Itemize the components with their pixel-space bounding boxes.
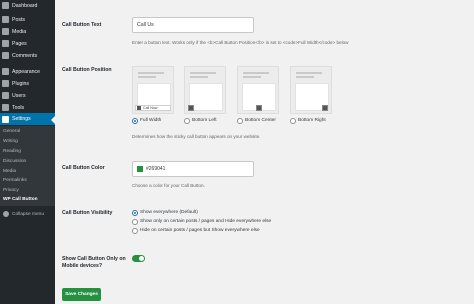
submenu-item-reading[interactable]: Reading bbox=[3, 149, 21, 154]
wrench-icon bbox=[2, 104, 9, 111]
sidebar-item-label: Pages bbox=[12, 40, 27, 47]
sidebar-item-users[interactable]: Users bbox=[0, 90, 55, 101]
settings-submenu: General Writing Reading Discussion Media… bbox=[0, 126, 55, 206]
collapse-menu-button[interactable]: Collapse menu bbox=[0, 209, 55, 219]
preview-line bbox=[243, 76, 261, 78]
sidebar-item-label: Plugins bbox=[12, 80, 30, 87]
position-option-label: Bottom Right bbox=[298, 118, 326, 123]
submenu-item-discussion[interactable]: Discussion bbox=[3, 159, 26, 164]
preview-line bbox=[190, 76, 208, 78]
sidebar-item-pages[interactable]: Pages bbox=[0, 38, 55, 49]
submenu-item-privacy[interactable]: Privacy bbox=[3, 188, 19, 193]
call-button-position-label: Call Button Position bbox=[62, 67, 112, 73]
position-option-label: Full Width bbox=[140, 118, 162, 123]
position-option-label: Bottom Center bbox=[245, 118, 276, 123]
sidebar-item-dashboard[interactable]: Dashboard bbox=[0, 0, 55, 11]
position-radio-bottom-left[interactable] bbox=[184, 118, 190, 124]
call-button-visibility-label: Call Button Visibility bbox=[62, 210, 113, 216]
sidebar-item-label: Users bbox=[12, 92, 26, 99]
brush-icon bbox=[2, 68, 9, 75]
toggle-knob bbox=[139, 256, 144, 261]
sidebar-item-label: Tools bbox=[12, 104, 25, 111]
preview-call-button: Call Now bbox=[135, 105, 171, 111]
admin-sidebar: Dashboard Posts Media Pages Comments App… bbox=[0, 0, 55, 304]
visibility-option-label: Show only on certain posts / pages and H… bbox=[140, 219, 272, 224]
preview-line bbox=[296, 72, 322, 74]
visibility-radio-show-only[interactable] bbox=[132, 219, 138, 225]
color-value: #269041 bbox=[146, 166, 166, 172]
sidebar-item-posts[interactable]: Posts bbox=[0, 14, 55, 25]
users-icon bbox=[2, 92, 9, 99]
submenu-item-permalinks[interactable]: Permalinks bbox=[3, 178, 27, 183]
active-menu-arrow bbox=[51, 116, 55, 124]
preview-page bbox=[189, 83, 223, 111]
preview-line bbox=[190, 72, 216, 74]
call-button-color-input[interactable]: #269041 bbox=[132, 161, 254, 177]
position-preview-bottom-center[interactable] bbox=[237, 66, 279, 114]
sidebar-item-comments[interactable]: Comments bbox=[0, 50, 55, 61]
sidebar-item-media[interactable]: Media bbox=[0, 26, 55, 37]
sidebar-item-label: Dashboard bbox=[12, 2, 38, 9]
preview-line bbox=[243, 72, 269, 74]
media-icon bbox=[2, 28, 9, 35]
sidebar-item-label: Appearance bbox=[12, 68, 40, 75]
position-preview-bottom-left[interactable] bbox=[184, 66, 226, 114]
plugin-icon bbox=[2, 80, 9, 87]
preview-line bbox=[138, 76, 156, 78]
position-radio-bottom-center[interactable] bbox=[237, 118, 243, 124]
sidebar-item-settings[interactable]: Settings bbox=[0, 113, 55, 125]
position-preview-bottom-right[interactable] bbox=[290, 66, 332, 114]
sidebar-item-label: Settings bbox=[12, 116, 31, 122]
position-radio-full-width[interactable] bbox=[132, 118, 138, 124]
call-button-text-input[interactable]: Call Us bbox=[132, 17, 254, 33]
sidebar-item-label: Media bbox=[12, 28, 27, 35]
save-changes-button[interactable]: Save Changes bbox=[62, 288, 101, 301]
pages-icon bbox=[2, 40, 9, 47]
call-button-position-description: Determines how the sticky call button ap… bbox=[132, 134, 261, 139]
comments-icon bbox=[2, 52, 9, 59]
settings-icon bbox=[2, 115, 9, 123]
color-swatch bbox=[137, 166, 143, 172]
submenu-item-media[interactable]: Media bbox=[3, 169, 16, 174]
sidebar-item-label: Comments bbox=[12, 52, 38, 59]
dashboard-icon bbox=[2, 2, 9, 9]
preview-line bbox=[138, 72, 164, 74]
sidebar-item-appearance[interactable]: Appearance bbox=[0, 66, 55, 77]
collapse-menu-label: Collapse menu bbox=[12, 211, 44, 217]
sidebar-item-tools[interactable]: Tools bbox=[0, 102, 55, 113]
visibility-option-label: Hide on certain posts / pages but Show e… bbox=[140, 228, 260, 233]
preview-button-text: Call Now bbox=[143, 106, 158, 110]
position-option-label: Bottom Left bbox=[192, 118, 217, 123]
submenu-item-wp-call-button[interactable]: WP Call Button bbox=[3, 197, 38, 202]
visibility-radio-hide-on[interactable] bbox=[132, 228, 138, 234]
visibility-radio-everywhere[interactable] bbox=[132, 210, 138, 216]
sidebar-item-label: Posts bbox=[12, 16, 25, 23]
preview-line bbox=[296, 76, 314, 78]
preview-call-button bbox=[322, 105, 328, 111]
position-preview-full-width[interactable]: Call Now bbox=[132, 66, 174, 114]
call-button-text-label: Call Button Text bbox=[62, 22, 102, 28]
call-button-color-description: Choose a color for your Call Button. bbox=[132, 183, 205, 188]
mobile-only-toggle[interactable] bbox=[132, 255, 145, 262]
mobile-only-label-line1: Show Call Button Only on bbox=[62, 256, 126, 262]
position-radio-bottom-right[interactable] bbox=[290, 118, 296, 124]
phone-icon bbox=[137, 106, 141, 110]
preview-call-button bbox=[256, 105, 262, 111]
mobile-only-label-line2: Mobile devices? bbox=[62, 263, 103, 269]
call-button-text-description: Enter a button text. Works only if the <… bbox=[132, 40, 349, 45]
sidebar-item-plugins[interactable]: Plugins bbox=[0, 78, 55, 89]
submenu-item-general[interactable]: General bbox=[3, 129, 20, 134]
preview-call-button bbox=[188, 105, 194, 111]
collapse-icon bbox=[3, 211, 9, 217]
submenu-item-writing[interactable]: Writing bbox=[3, 139, 18, 144]
pin-icon bbox=[2, 16, 9, 23]
call-button-color-label: Call Button Color bbox=[62, 165, 105, 171]
visibility-option-label: Show everywhere (Default) bbox=[140, 210, 198, 215]
